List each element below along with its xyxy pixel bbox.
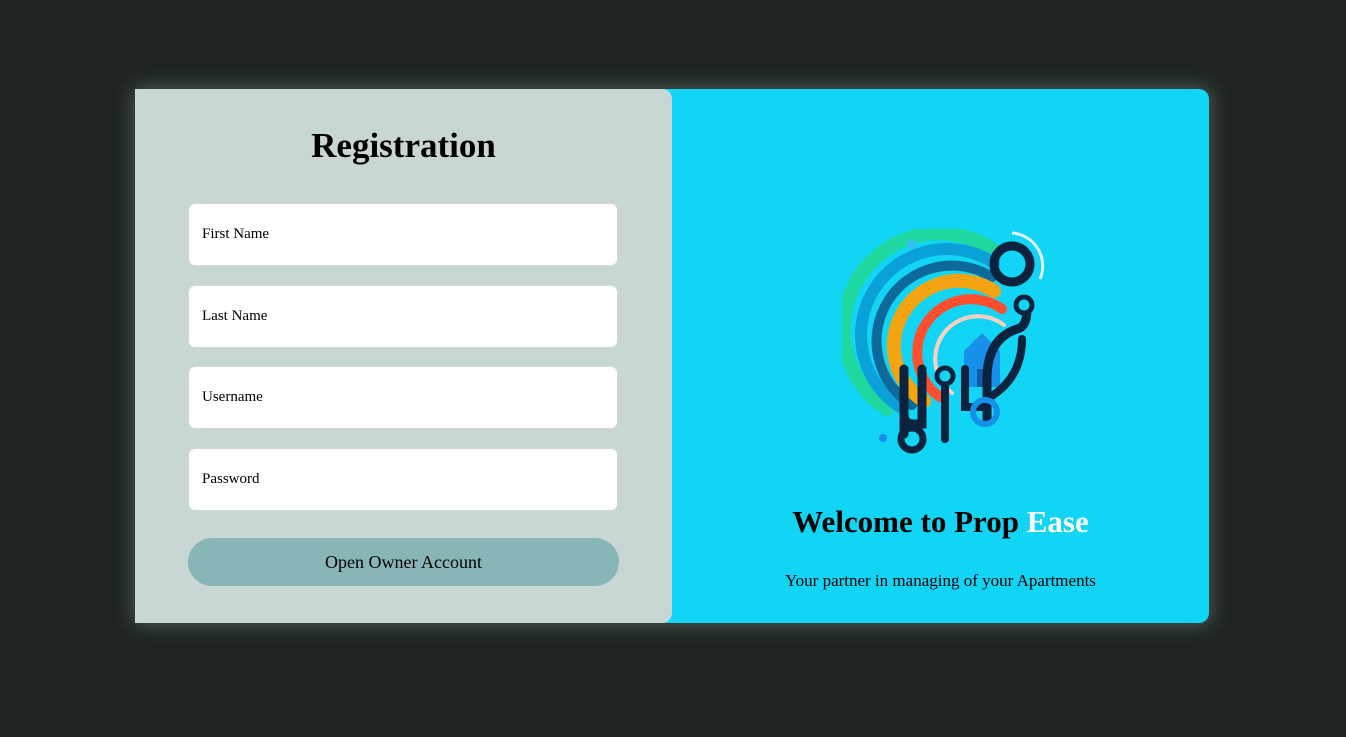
- first-name-input[interactable]: [188, 203, 618, 266]
- welcome-heading: Welcome to Prop Ease: [672, 504, 1209, 540]
- welcome-heading-prefix: Welcome to Prop: [792, 504, 1027, 539]
- welcome-heading-accent: Ease: [1026, 504, 1089, 539]
- prop-ease-logo-icon: [842, 229, 1045, 454]
- registration-panel: Registration Open Owner Account: [135, 89, 672, 623]
- welcome-tagline: Your partner in managing of your Apartme…: [785, 571, 1096, 590]
- welcome-panel: Welcome to Prop Ease Your partner in man…: [672, 89, 1209, 623]
- username-input[interactable]: [188, 366, 618, 429]
- registration-card: Registration Open Owner Account: [135, 89, 1209, 623]
- last-name-input[interactable]: [188, 285, 618, 348]
- registration-title: Registration: [311, 126, 496, 165]
- open-owner-account-button[interactable]: Open Owner Account: [188, 538, 619, 586]
- password-input[interactable]: [188, 448, 618, 511]
